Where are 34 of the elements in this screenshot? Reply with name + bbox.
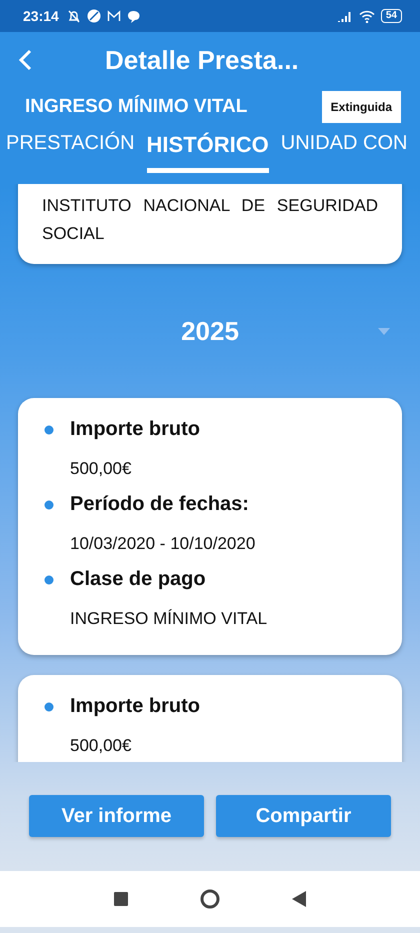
field-value: 500,00€ — [70, 736, 132, 756]
action-button[interactable]: Ver informe — [29, 795, 204, 837]
action-button[interactable]: Compartir — [216, 795, 391, 837]
bullet-icon — [44, 702, 54, 712]
signal-icon — [336, 10, 353, 22]
bullet-icon — [44, 574, 54, 584]
caret-icon — [378, 328, 390, 335]
status-badge: Extinguida — [322, 91, 401, 123]
wifi-icon — [358, 10, 375, 22]
field-value: 500,00€ — [70, 459, 132, 479]
chat-icon — [126, 10, 140, 22]
entity-name: INSTITUTO NACIONAL DE SEGURIDAD SOCIAL — [42, 195, 378, 245]
field-label: Importe bruto — [70, 695, 200, 718]
bullet-icon — [44, 424, 54, 434]
field-label: Clase de pago — [70, 568, 206, 591]
field-value: INGRESO MÍNIMO VITAL — [70, 609, 268, 629]
battery-indicator: 54 — [380, 9, 402, 23]
tab[interactable]: HISTÓRICO — [146, 130, 269, 173]
benefit-name: INGRESO MÍNIMO VITAL — [25, 96, 248, 118]
field-label: Importe bruto — [70, 418, 200, 441]
disc-icon — [86, 9, 101, 23]
field-value: 10/03/2020 - 10/10/2020 — [70, 534, 256, 554]
status-time: 23:14 — [23, 8, 59, 24]
screen-title: Detalle Presta... — [105, 44, 299, 76]
back-icon[interactable] — [292, 891, 306, 907]
field-label: Período de fechas: — [70, 493, 249, 516]
tab[interactable]: UNIDAD CON — [280, 130, 408, 170]
year-dropdown[interactable]: 2025 — [18, 264, 402, 398]
bell-off-icon — [66, 9, 81, 23]
bullet-icon — [44, 500, 54, 510]
home-icon[interactable] — [200, 889, 220, 909]
back-icon — [18, 49, 32, 71]
tab[interactable]: PRESTACIÓN — [6, 130, 135, 170]
mail-icon — [106, 9, 121, 23]
